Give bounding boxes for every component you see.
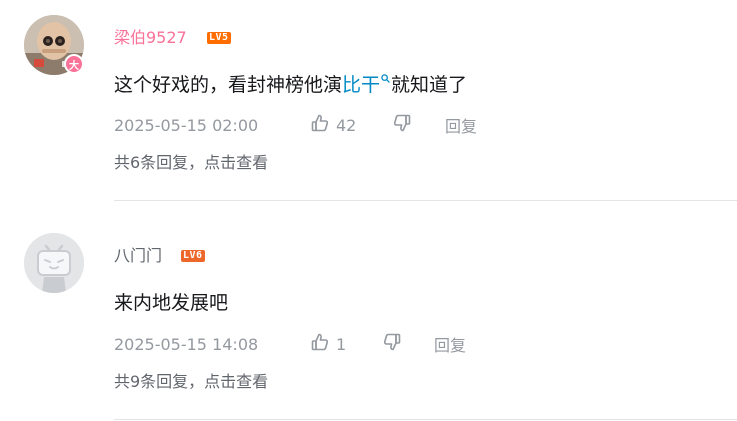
comment-item: 八门门 LV6 来内地发展吧 2025-05-15 14:08 1 回复 共9条… — [0, 0, 737, 420]
thumbs-up-icon — [310, 332, 330, 356]
dislike-button[interactable] — [382, 332, 402, 356]
tv-mascot-icon — [24, 233, 84, 293]
thumbs-down-icon — [382, 332, 402, 356]
reply-button[interactable]: 回复 — [434, 332, 466, 356]
divider — [114, 419, 737, 420]
comment-meta: 2025-05-15 14:08 1 回复 — [114, 332, 466, 356]
like-count: 1 — [336, 334, 347, 354]
like-button[interactable]: 1 — [310, 332, 346, 356]
comment-text: 来内地发展吧 — [114, 292, 229, 314]
view-replies-link[interactable]: 共9条回复，点击查看 — [114, 372, 268, 392]
level-badge: LV6 — [181, 250, 205, 262]
username[interactable]: 八门门 — [114, 246, 162, 266]
avatar[interactable] — [24, 233, 84, 293]
timestamp: 2025-05-15 14:08 — [114, 334, 259, 354]
